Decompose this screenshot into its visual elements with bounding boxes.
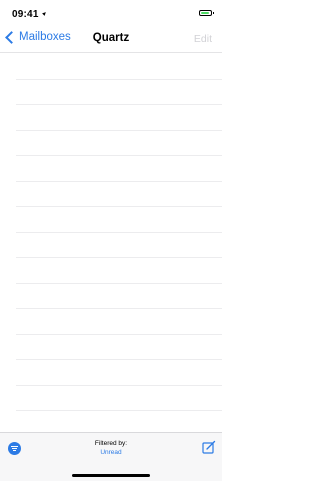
page-title: Quartz — [92, 32, 130, 44]
edit-button[interactable]: Edit — [194, 33, 212, 45]
status-time: 09:41 ▲ — [12, 9, 48, 20]
list-row-separator — [16, 282, 222, 284]
list-row-separator — [16, 384, 222, 386]
home-indicator — [72, 474, 150, 477]
list-row-separator — [16, 129, 222, 131]
navigation-bar: Mailboxes Quartz Edit — [0, 26, 222, 54]
status-bar: 09:41 ▲ — [0, 0, 222, 26]
compose-icon[interactable] — [202, 440, 216, 454]
list-row-separator — [16, 257, 222, 258]
list-row-separator — [16, 308, 222, 309]
filter-value-link[interactable]: Unread — [0, 448, 222, 457]
list-row-separator — [16, 104, 222, 105]
list-row-separator — [16, 155, 222, 156]
filter-status: Filtered by: Unread — [0, 439, 222, 457]
battery-level — [201, 12, 210, 14]
list-row-separator — [16, 206, 222, 207]
list-row-separator — [16, 78, 222, 80]
list-row-separator — [16, 410, 222, 411]
list-row-separator — [16, 180, 222, 182]
list-row-separator — [16, 231, 222, 233]
list-row-separator — [16, 333, 222, 335]
list-row-separator — [16, 359, 222, 360]
message-list[interactable] — [0, 52, 222, 437]
filtered-by-label: Filtered by: — [94, 440, 128, 447]
bottom-toolbar: Filtered by: Unread — [0, 432, 222, 481]
status-time-text: 09:41 — [12, 9, 39, 20]
battery-icon — [199, 10, 214, 16]
location-arrow-icon: ▲ — [39, 9, 48, 19]
